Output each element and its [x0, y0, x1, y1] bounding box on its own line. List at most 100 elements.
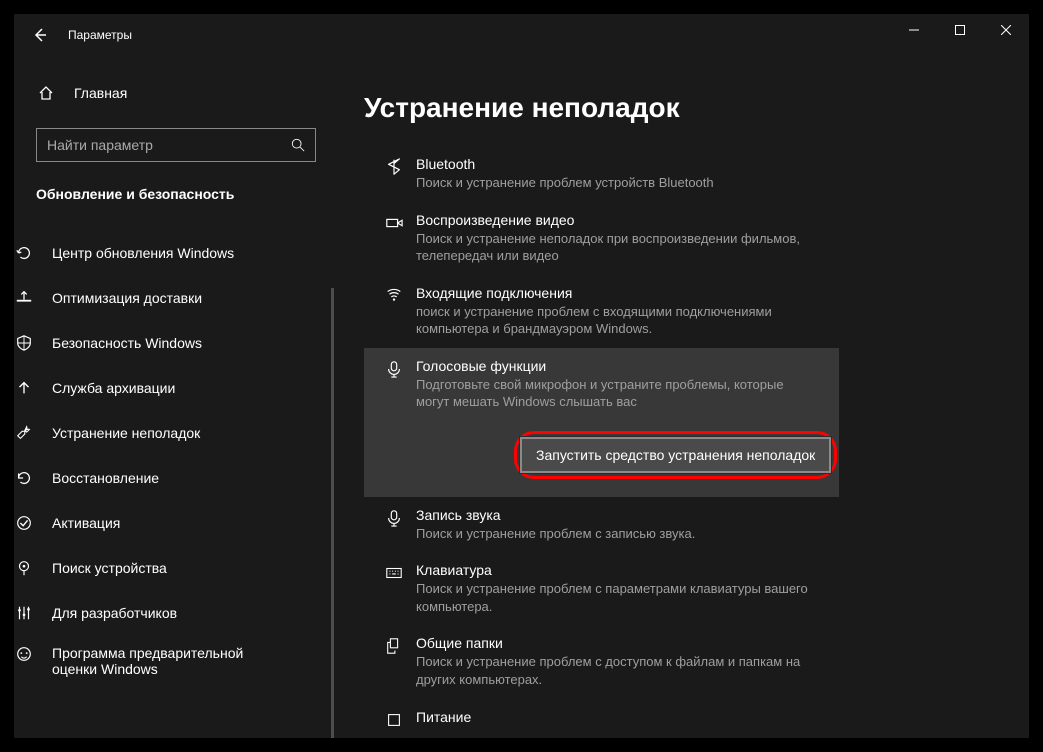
power-icon: [376, 709, 412, 729]
sidebar-item-wrench[interactable]: Устранение неполадок: [14, 410, 334, 455]
sidebar-item-check-circle[interactable]: Активация: [14, 500, 334, 545]
sidebar-item-insider[interactable]: Программа предварительной оценки Windows: [14, 635, 334, 691]
wifi-icon: [385, 287, 403, 305]
location-icon: [15, 559, 33, 577]
sidebar-item-home[interactable]: Главная: [36, 74, 334, 112]
window-title: Параметры: [68, 28, 132, 42]
minimize-button[interactable]: [891, 14, 937, 46]
item-desc: Поиск и устранение проблем с доступом к …: [416, 653, 816, 688]
delivery-icon: [14, 289, 34, 307]
sidebar-item-label: Активация: [52, 515, 120, 531]
item-desc: Поиск и устранение проблем с параметрами…: [416, 580, 816, 615]
keyboard-icon: [385, 564, 403, 582]
item-desc: Поиск и устранение неполадок при воспрои…: [416, 230, 816, 265]
sidebar-item-label: Безопасность Windows: [52, 335, 202, 351]
close-button[interactable]: [983, 14, 1029, 46]
item-title: Входящие подключения: [416, 285, 1009, 301]
refresh-icon: [14, 244, 34, 262]
mic-icon: [376, 358, 412, 479]
troubleshoot-item[interactable]: Общие папки Поиск и устранение проблем с…: [364, 625, 1009, 698]
check-circle-icon: [15, 514, 33, 532]
share-icon: [385, 637, 403, 655]
wifi-icon: [376, 285, 412, 338]
highlight-ring: Запустить средство устранения неполадок: [514, 431, 837, 479]
troubleshoot-item[interactable]: Питание: [364, 699, 1009, 738]
item-title: Клавиатура: [416, 562, 1009, 578]
close-icon: [1001, 25, 1011, 35]
sliders-icon: [14, 604, 34, 622]
home-icon: [36, 85, 56, 101]
item-title: Bluetooth: [416, 156, 1009, 172]
keyboard-icon: [376, 562, 412, 615]
sidebar-item-label: Для разработчиков: [52, 605, 177, 621]
mic-icon: [385, 509, 403, 527]
titlebar: Параметры: [14, 14, 1029, 56]
item-title: Воспроизведение видео: [416, 212, 1009, 228]
wrench-icon: [15, 424, 33, 442]
history-icon: [15, 469, 33, 487]
search-icon: [291, 138, 305, 152]
troubleshoot-item[interactable]: Входящие подключения поиск и устранение …: [364, 275, 1009, 348]
mic-icon: [376, 507, 412, 543]
shield-icon: [14, 334, 34, 352]
sidebar-item-label: Устранение неполадок: [52, 425, 200, 441]
troubleshoot-item[interactable]: Голосовые функции Подготовьте свой микро…: [364, 348, 839, 497]
item-desc: Поиск и устранение проблем с записью зву…: [416, 525, 816, 543]
sidebar: Главная Обновление и безопасность Центр …: [14, 56, 334, 738]
wrench-icon: [14, 424, 34, 442]
settings-window: Параметры Главная Обновление и безопа: [14, 14, 1029, 738]
share-icon: [376, 635, 412, 688]
shield-icon: [15, 334, 33, 352]
sidebar-item-label: Служба архивации: [52, 380, 175, 396]
sidebar-item-label: Программа предварительной оценки Windows: [52, 645, 282, 677]
troubleshoot-item[interactable]: Запись звука Поиск и устранение проблем …: [364, 497, 1009, 553]
back-button[interactable]: [26, 21, 54, 49]
item-title: Запись звука: [416, 507, 1009, 523]
power-icon: [385, 711, 403, 729]
troubleshoot-item[interactable]: Клавиатура Поиск и устранение проблем с …: [364, 552, 1009, 625]
bluetooth-icon: [385, 158, 403, 176]
sidebar-item-delivery[interactable]: Оптимизация доставки: [14, 275, 334, 320]
item-title: Питание: [416, 709, 1009, 725]
video-icon: [385, 214, 403, 232]
insider-icon: [14, 645, 34, 663]
run-troubleshooter-button[interactable]: Запустить средство устранения неполадок: [520, 437, 831, 473]
video-icon: [376, 212, 412, 265]
maximize-icon: [955, 25, 965, 35]
sidebar-item-label: Оптимизация доставки: [52, 290, 202, 306]
refresh-icon: [15, 244, 33, 262]
minimize-icon: [909, 25, 919, 35]
sidebar-item-shield[interactable]: Безопасность Windows: [14, 320, 334, 365]
bluetooth-icon: [376, 156, 412, 192]
sidebar-item-refresh[interactable]: Центр обновления Windows: [14, 230, 334, 275]
sidebar-item-location[interactable]: Поиск устройства: [14, 545, 334, 590]
arrow-up-icon: [15, 379, 33, 397]
arrow-up-icon: [14, 379, 34, 397]
main-panel: Устранение неполадок Bluetooth Поиск и у…: [334, 56, 1029, 738]
page-title: Устранение неполадок: [364, 92, 1009, 124]
sidebar-item-sliders[interactable]: Для разработчиков: [14, 590, 334, 635]
maximize-button[interactable]: [937, 14, 983, 46]
home-label: Главная: [74, 85, 127, 101]
section-heading: Обновление и безопасность: [36, 186, 334, 202]
search-box[interactable]: [36, 128, 316, 162]
item-desc: Поиск и устранение проблем устройств Blu…: [416, 174, 816, 192]
insider-icon: [15, 645, 33, 663]
sidebar-item-label: Центр обновления Windows: [52, 245, 234, 261]
sidebar-item-label: Поиск устройства: [52, 560, 167, 576]
location-icon: [14, 559, 34, 577]
search-input[interactable]: [47, 137, 267, 153]
mic-icon: [385, 360, 403, 378]
delivery-icon: [15, 289, 33, 307]
check-circle-icon: [14, 514, 34, 532]
sidebar-item-arrow-up[interactable]: Служба архивации: [14, 365, 334, 410]
item-title: Общие папки: [416, 635, 1009, 651]
item-desc: поиск и устранение проблем с входящими п…: [416, 303, 816, 338]
sidebar-item-history[interactable]: Восстановление: [14, 455, 334, 500]
history-icon: [14, 469, 34, 487]
arrow-left-icon: [32, 27, 48, 43]
item-desc: Подготовьте свой микрофон и устраните пр…: [416, 376, 816, 411]
troubleshoot-item[interactable]: Воспроизведение видео Поиск и устранение…: [364, 202, 1009, 275]
troubleshoot-item[interactable]: Bluetooth Поиск и устранение проблем уст…: [364, 146, 1009, 202]
sliders-icon: [15, 604, 33, 622]
